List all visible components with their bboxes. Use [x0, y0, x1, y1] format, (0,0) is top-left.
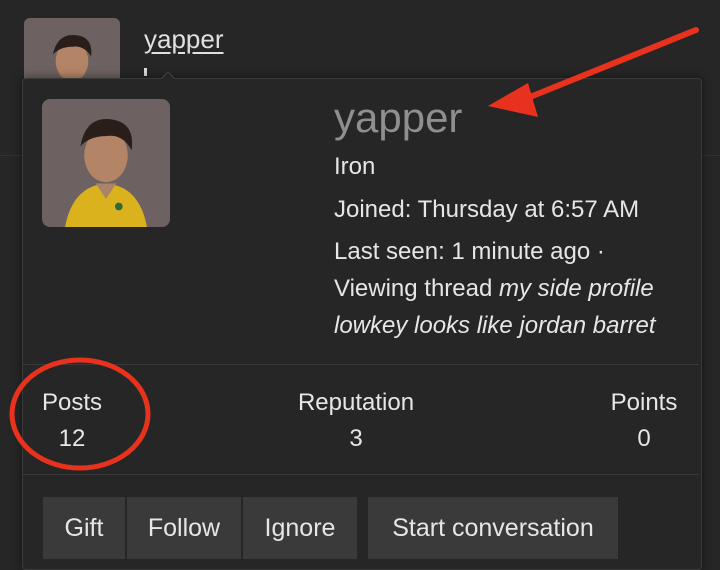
stat-posts[interactable]: Posts 12 [22, 389, 122, 453]
member-activity-cont: lowkey looks like jordan barret [334, 312, 655, 340]
username-link[interactable]: yapper [144, 24, 224, 55]
activity-prefix: Viewing thread [334, 275, 499, 302]
stat-label: Posts [41, 389, 103, 416]
divider [23, 474, 699, 475]
follow-button[interactable]: Follow [127, 497, 241, 559]
stat-reputation[interactable]: Reputation 3 [286, 389, 426, 453]
gift-button[interactable]: Gift [43, 497, 125, 559]
stat-value: 12 [58, 425, 86, 452]
stat-value: 3 [349, 425, 363, 452]
member-last-seen: Last seen: 1 minute ago · [334, 238, 605, 265]
stat-label: Reputation [297, 389, 415, 416]
tooltip-arrow-fill [161, 73, 175, 80]
member-username[interactable]: yapper [334, 94, 462, 142]
start-conversation-button[interactable]: Start conversation [368, 497, 618, 559]
text-caret [144, 68, 147, 76]
member-activity: Viewing thread my side profile [334, 275, 654, 303]
thread-link[interactable]: my side profile [499, 275, 654, 302]
member-joined: Joined: Thursday at 6:57 AM [334, 196, 640, 223]
ignore-button[interactable]: Ignore [243, 497, 357, 559]
member-rank: Iron [334, 153, 376, 180]
stat-value: 0 [637, 425, 651, 452]
member-avatar[interactable] [42, 99, 170, 227]
stat-points[interactable]: Points 0 [594, 389, 694, 453]
stat-label: Points [610, 389, 678, 416]
divider [23, 364, 699, 365]
thread-link-cont[interactable]: lowkey looks like jordan barret [334, 312, 655, 339]
avatar-image [42, 99, 170, 227]
